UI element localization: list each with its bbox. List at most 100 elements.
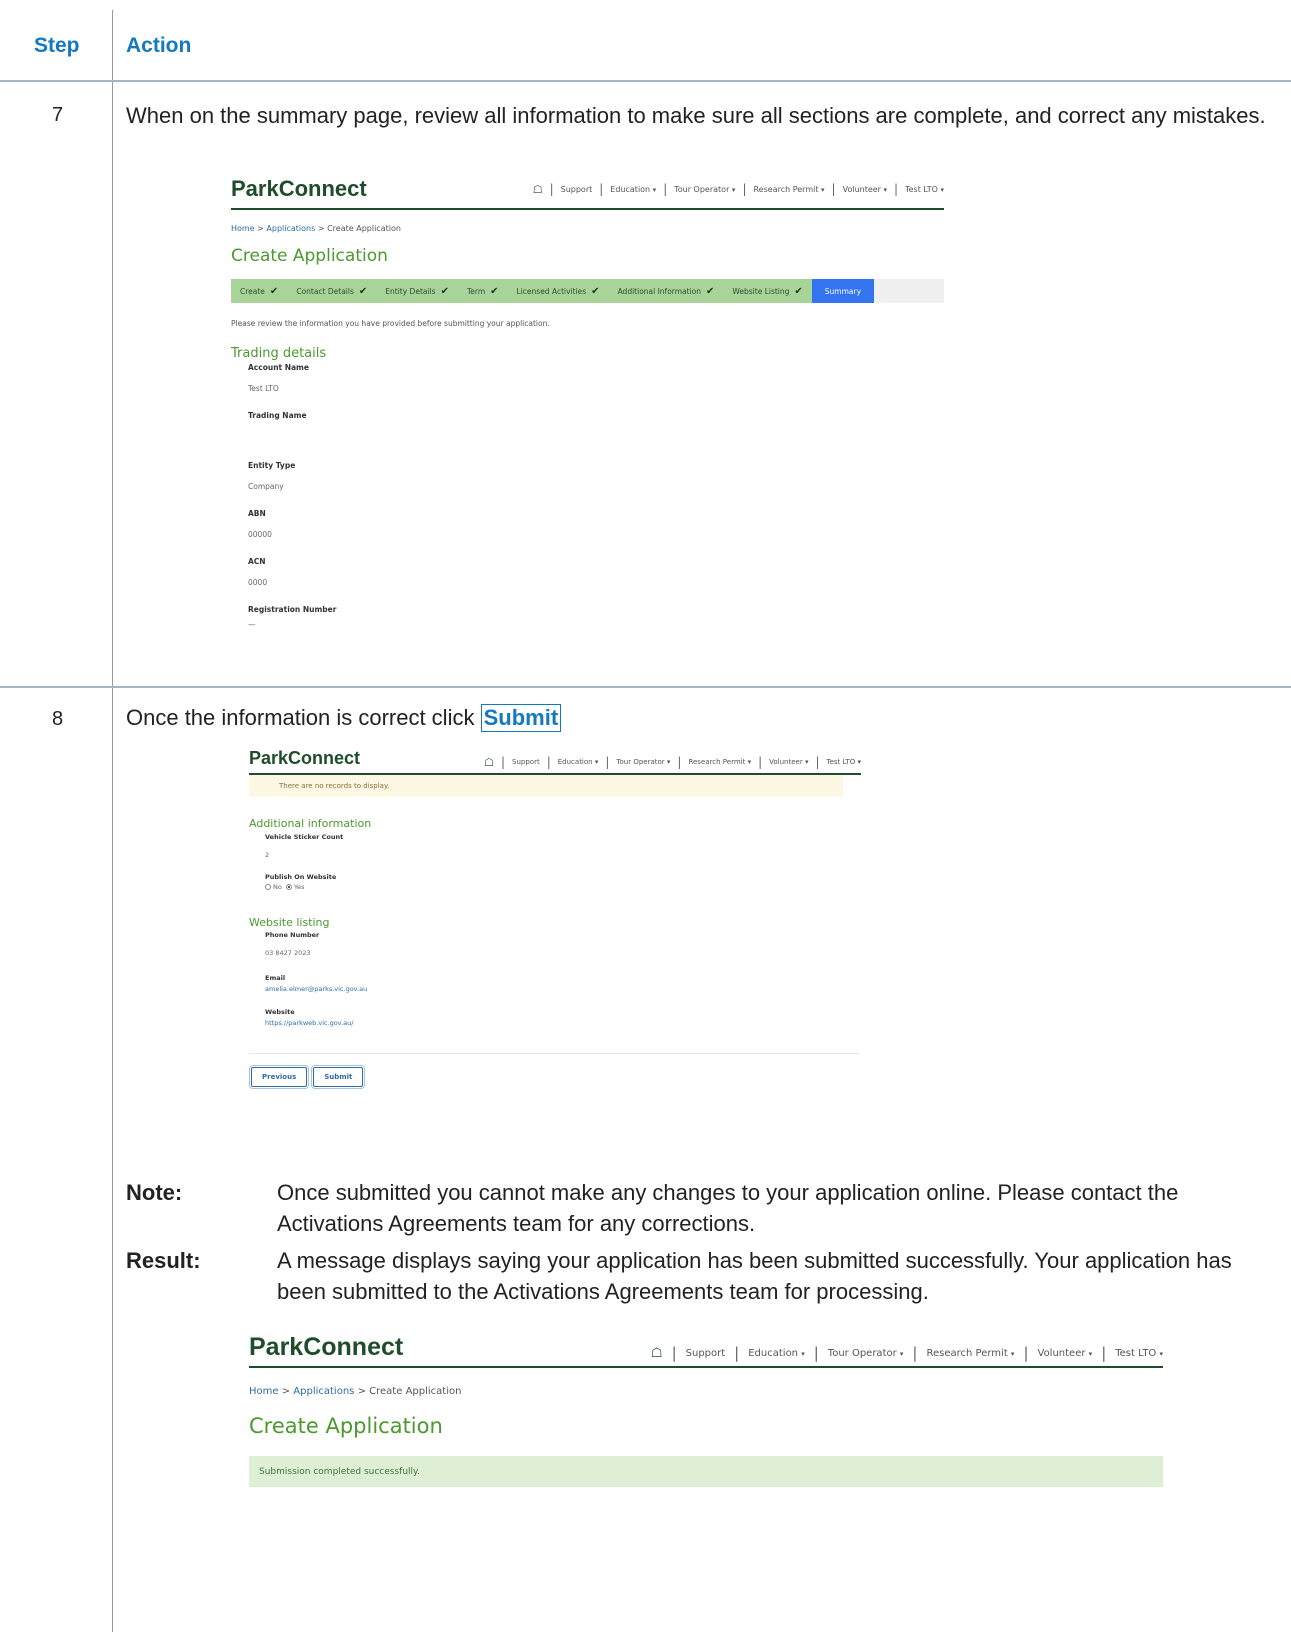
step-number-8: 8: [52, 708, 64, 730]
nav-support[interactable]: Support: [561, 185, 593, 194]
nav-tour-operator-label: Tour Operator: [616, 758, 665, 766]
breadcrumb-current: Create Application: [369, 1386, 462, 1397]
result-label: Result:: [126, 1248, 201, 1273]
breadcrumb-home[interactable]: Home: [249, 1386, 279, 1397]
step8-instruction: Once the information is correct click Su…: [126, 703, 562, 732]
nav-education[interactable]: Education ▾: [558, 758, 599, 766]
previous-button[interactable]: Previous: [248, 1065, 310, 1089]
tab-label: Entity Details: [385, 286, 436, 296]
publish-radio-group: No Yes: [265, 883, 861, 891]
chevron-down-icon: ▾: [821, 185, 825, 194]
website-fields: Phone Number 03 8427 2023 Email amelia.e…: [231, 931, 861, 1027]
form-actions: Previous Submit: [248, 1065, 861, 1089]
tab-website-listing[interactable]: Website Listing ✔: [723, 279, 812, 303]
tab-summary[interactable]: Summary: [811, 279, 875, 303]
breadcrumb-applications[interactable]: Applications: [266, 224, 315, 233]
nav-support[interactable]: Support: [512, 758, 540, 766]
field-label: ABN: [248, 509, 266, 518]
site-header: ParkConnect ☖ | Support | Education ▾ | …: [249, 745, 861, 775]
chevron-down-icon: ▾: [804, 758, 809, 766]
nav-account[interactable]: Test LTO ▾: [905, 185, 944, 194]
chevron-down-icon: ▾: [594, 758, 599, 766]
nav-tour-operator[interactable]: Tour Operator ▾: [616, 758, 670, 766]
breadcrumb-sep: >: [281, 1386, 291, 1397]
check-icon: ✔: [440, 285, 449, 297]
tab-label: Contact Details: [296, 286, 354, 296]
nav-volunteer[interactable]: Volunteer ▾: [769, 758, 808, 766]
chevron-down-icon: ▾: [801, 1349, 805, 1358]
success-page-screenshot: ParkConnect ☖ | Support | Education ▾ | …: [212, 1314, 1234, 1574]
tab-contact-details[interactable]: Contact Details ✔: [287, 279, 377, 303]
nav-separator: |: [546, 755, 551, 769]
nav-research-permit[interactable]: Research Permit ▾: [926, 1348, 1014, 1359]
nav-separator: |: [500, 755, 506, 769]
step-number-7: 7: [52, 104, 64, 126]
nav-education-label: Education: [748, 1347, 799, 1359]
nav-education-label: Education: [610, 184, 651, 194]
page-title: Create Application: [231, 246, 388, 266]
submit-reference: Submit: [480, 704, 562, 732]
field-value: 03 8427 2023: [265, 949, 311, 957]
field-label: Registration Number: [248, 605, 337, 614]
radio-yes[interactable]: [285, 884, 292, 890]
tab-label: Term: [466, 286, 486, 296]
field-label: Phone Number: [265, 931, 320, 939]
nav-volunteer-label: Volunteer: [842, 184, 881, 194]
breadcrumb-sep: >: [357, 1386, 366, 1397]
nav-account[interactable]: Test LTO ▾: [1115, 1348, 1163, 1359]
section-trading-details: Trading details: [231, 346, 327, 361]
breadcrumb-home[interactable]: Home: [231, 224, 255, 233]
nav-separator: |: [677, 755, 682, 769]
check-icon: ✔: [358, 285, 368, 297]
chevron-down-icon: ▾: [940, 185, 944, 194]
nav-volunteer[interactable]: Volunteer ▾: [1038, 1348, 1093, 1359]
home-icon[interactable]: ☖: [533, 183, 543, 196]
nav-research-permit[interactable]: Research Permit ▾: [753, 185, 824, 194]
nav-volunteer-label: Volunteer: [769, 758, 803, 766]
field-value: Company: [248, 482, 284, 491]
radio-yes-label: Yes: [293, 883, 305, 891]
nav-account[interactable]: Test LTO ▾: [827, 758, 861, 766]
nav-separator: |: [758, 755, 763, 769]
nav-education[interactable]: Education ▾: [748, 1348, 805, 1359]
field-value: 00000: [248, 530, 272, 539]
nav-separator: |: [549, 182, 554, 196]
tab-create[interactable]: Create ✔: [231, 279, 288, 303]
row-divider: [0, 686, 1291, 688]
field-value: [248, 432, 944, 442]
check-icon: ✔: [490, 285, 499, 297]
nav-account-label: Test LTO: [826, 758, 856, 766]
breadcrumb-sep: >: [257, 224, 264, 233]
nav-tour-operator[interactable]: Tour Operator ▾: [674, 185, 735, 194]
email-link[interactable]: amelia.elmer@parks.vic.gov.au: [265, 985, 861, 993]
nav-education[interactable]: Education ▾: [610, 185, 656, 194]
submit-page-screenshot: ParkConnect ☖ | Support | Education ▾ | …: [231, 745, 861, 1135]
nav-separator: |: [813, 1344, 819, 1362]
nav-separator: |: [831, 182, 836, 196]
radio-no[interactable]: [265, 884, 271, 890]
tab-licensed-activities[interactable]: Licensed Activities ✔: [507, 279, 609, 303]
home-icon[interactable]: ☖: [651, 1346, 663, 1361]
home-icon[interactable]: ☖: [484, 756, 494, 769]
breadcrumb-applications[interactable]: Applications: [293, 1386, 354, 1397]
tab-additional-information[interactable]: Additional Information ✔: [608, 279, 724, 303]
nav-support[interactable]: Support: [686, 1348, 726, 1359]
nav-tour-operator[interactable]: Tour Operator ▾: [828, 1348, 904, 1359]
top-nav: ☖ | Support | Education ▾ | Tour Operato…: [484, 755, 861, 769]
breadcrumb-current: Create Application: [327, 224, 401, 233]
field-value: Test LTO: [248, 384, 279, 393]
tab-entity-details[interactable]: Entity Details ✔: [376, 279, 458, 303]
nav-research-permit[interactable]: Research Permit ▾: [688, 758, 751, 766]
chevron-down-icon: ▾: [1159, 1349, 1163, 1358]
tab-label: Additional Information: [617, 286, 702, 296]
tab-term[interactable]: Term ✔: [457, 279, 508, 303]
wizard-tabs: Create ✔ Contact Details ✔ Entity Details ✔…: [231, 279, 944, 303]
nav-separator: |: [742, 182, 747, 196]
nav-volunteer[interactable]: Volunteer ▾: [843, 185, 887, 194]
submit-button[interactable]: Submit: [311, 1065, 366, 1089]
parkconnect-logo: ParkConnect: [249, 748, 361, 768]
website-link[interactable]: https://parkweb.vic.gov.au/: [265, 1019, 861, 1027]
radio-no-label: No: [273, 883, 282, 891]
chevron-down-icon: ▾: [883, 185, 888, 194]
chevron-down-icon: ▾: [899, 1349, 904, 1358]
